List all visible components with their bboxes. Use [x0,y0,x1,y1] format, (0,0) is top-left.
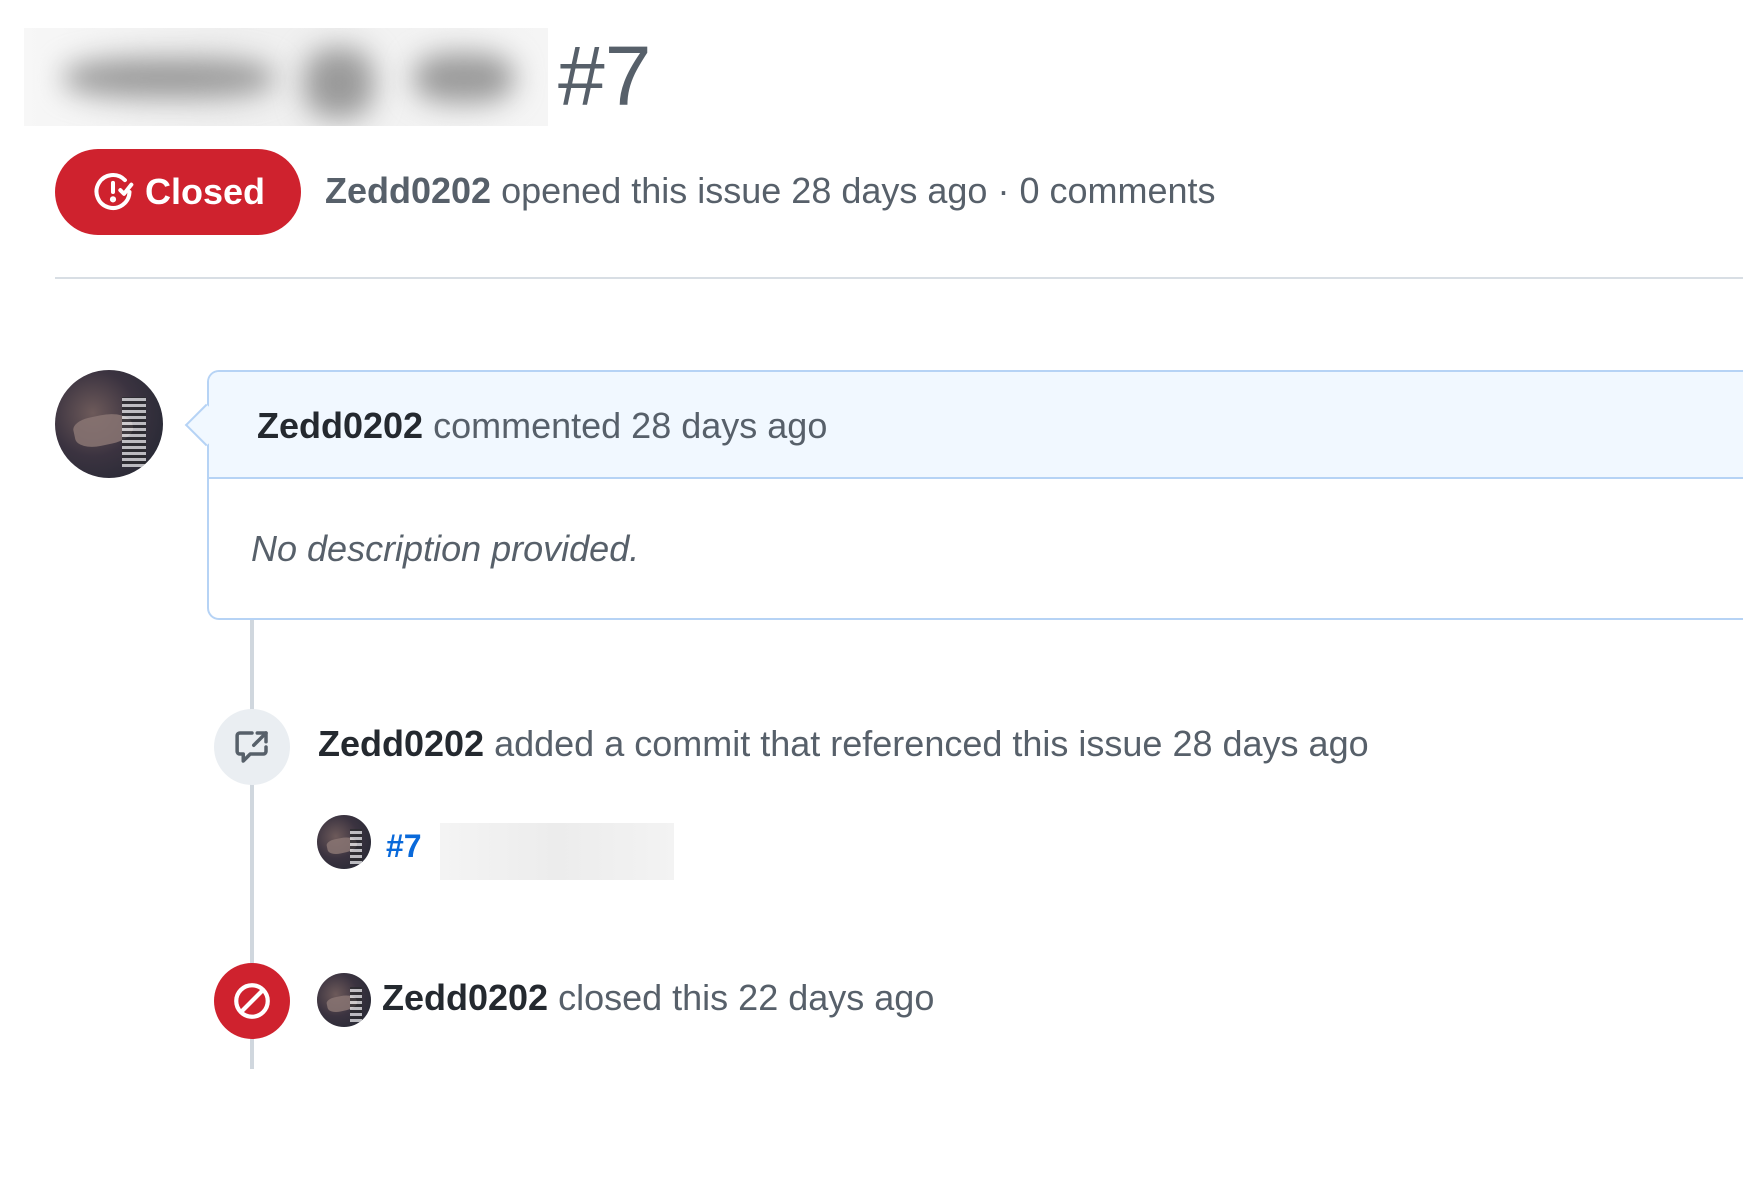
comment-author-link[interactable]: Zedd0202 [257,405,423,446]
issue-author-link[interactable]: Zedd0202 [325,170,491,211]
issue-title-redacted [24,28,548,126]
issue-number: #7 [558,29,652,123]
issue-meta: Zedd0202 opened this issue 28 days ago ·… [325,170,1216,212]
closed-event-badge [214,963,290,1039]
closed-actor-link[interactable]: Zedd0202 [382,977,548,1018]
cross-reference-description: added a commit that referenced this issu… [494,723,1369,764]
cross-reference-event-badge [214,709,290,785]
comment-body: No description provided. [251,528,640,569]
comment-header: Zedd0202 commented 28 days ago [209,372,1743,479]
closed-event-text: Zedd0202 closed this 22 days ago [382,977,934,1019]
issue-opened-text: opened this issue 28 days ago · 0 commen… [501,170,1216,211]
issue-closed-icon [94,172,134,210]
issue-state-label: Closed [144,171,266,212]
commit-author-avatar[interactable] [317,815,371,869]
comment-author-avatar[interactable] [55,370,163,478]
comment-timestamp[interactable]: commented 28 days ago [433,405,827,446]
cross-reference-event-text: Zedd0202 added a commit that referenced … [318,723,1369,765]
header-divider [55,277,1743,279]
comment-box: Zedd0202 commented 28 days ago No descri… [207,370,1743,620]
closed-event-description: closed this 22 days ago [558,977,935,1018]
cross-reference-icon [235,731,268,763]
commit-link[interactable]: #7 [386,828,422,865]
closed-actor-avatar[interactable] [317,973,371,1027]
commit-message-redacted [440,823,674,880]
cross-reference-actor-link[interactable]: Zedd0202 [318,723,484,764]
issue-state-badge: Closed [55,149,301,235]
circle-slash-icon [234,983,270,1019]
